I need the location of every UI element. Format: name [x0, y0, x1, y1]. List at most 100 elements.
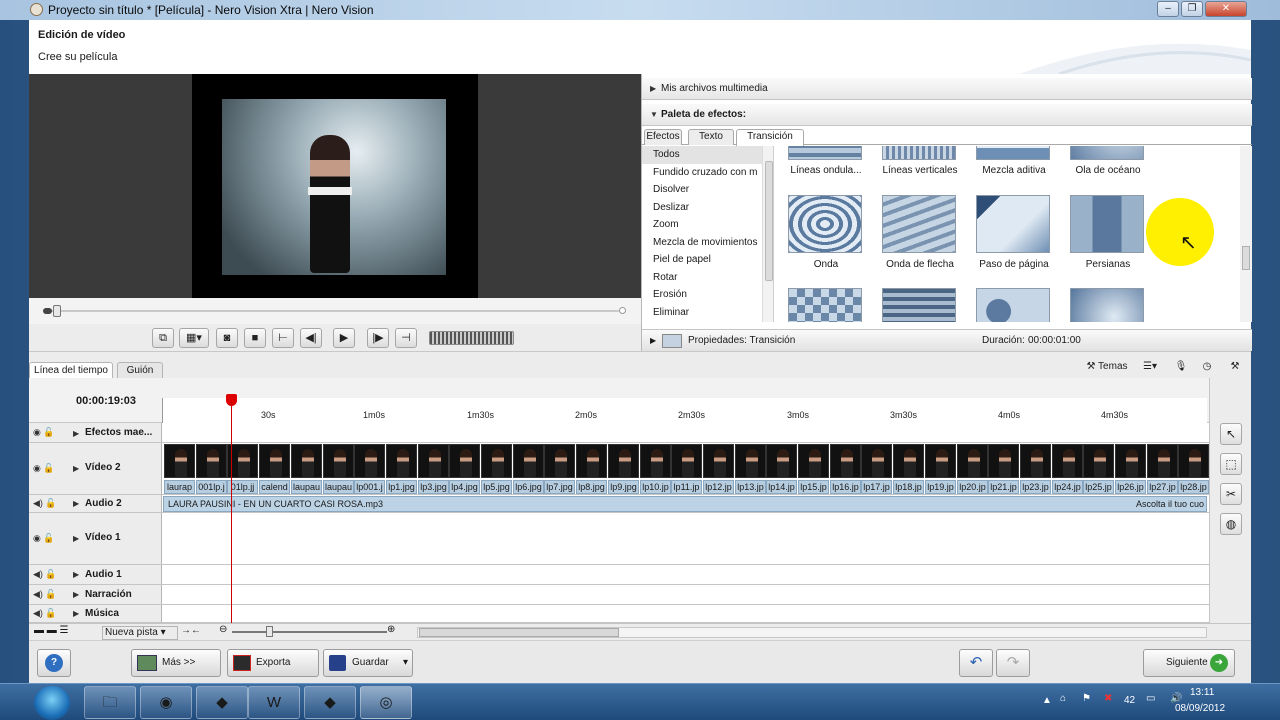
effect-tile[interactable]: Ola de océano — [1066, 146, 1160, 197]
video-clip-thumbnail[interactable] — [513, 444, 544, 478]
zoom-handle[interactable] — [266, 626, 273, 637]
app2-taskbar-icon[interactable]: ◆ — [304, 686, 356, 719]
tab-transicion[interactable]: Transición — [736, 129, 804, 146]
video-clip-thumbnail[interactable] — [1052, 444, 1083, 478]
track-visibility-lock-icon[interactable]: ◉ 🔓 — [33, 463, 55, 474]
video-clip-thumbnail[interactable] — [1020, 444, 1051, 478]
video-clip-thumbnail[interactable] — [1115, 444, 1146, 478]
audio-clip[interactable]: LAURA PAUSINI - EN UN CUARTO CASI ROSA.m… — [163, 496, 1207, 512]
effect-tile[interactable] — [1066, 288, 1160, 322]
video-clip-thumbnail[interactable] — [798, 444, 829, 478]
effect-tile[interactable]: Líneas verticales — [878, 146, 972, 197]
tab-linea-del-tiempo[interactable]: Línea del tiempo — [29, 362, 113, 379]
effects-section-header[interactable]: ▼ Paleta de efectos: — [642, 104, 1252, 126]
video-clip-thumbnail[interactable] — [671, 444, 702, 478]
layout-dropdown-icon[interactable]: ▦▾ — [179, 328, 209, 348]
maximize-button[interactable]: ❐ — [1181, 1, 1203, 17]
microphone-icon[interactable]: 🎙 — [1171, 356, 1191, 376]
tray-network-icon[interactable]: ⌂ — [1060, 693, 1066, 704]
mark-out-icon[interactable]: ⊣ — [395, 328, 417, 348]
tray-arrow-icon[interactable]: ▲ — [1042, 695, 1052, 706]
select-tool-icon[interactable]: ↖ — [1220, 423, 1242, 445]
tray-antivirus-icon[interactable]: ✖ — [1104, 693, 1112, 704]
track-speaker-lock-icon[interactable]: ◀) 🔓 — [33, 589, 57, 600]
app-taskbar-icon[interactable]: ◆ — [196, 686, 248, 719]
tab-efectos[interactable]: Efectos — [644, 129, 682, 145]
category-item[interactable]: Todos — [642, 146, 762, 164]
tools-icon[interactable]: ⚒ — [1225, 356, 1245, 376]
themes-button[interactable]: ⚒ Temas — [1081, 356, 1133, 376]
minimize-button[interactable]: – — [1157, 1, 1179, 17]
marquee-tool-icon[interactable]: ⬚ — [1220, 453, 1242, 475]
export-button[interactable]: Exporta — [227, 649, 319, 677]
volume-jog-wheel[interactable] — [429, 331, 514, 345]
chevron-down-icon[interactable]: ▾ — [403, 650, 408, 676]
tab-guion[interactable]: Guión — [117, 362, 163, 379]
video-clip-thumbnail[interactable] — [354, 444, 385, 478]
save-button[interactable]: Guardar ▾ — [323, 649, 413, 677]
video-clip-thumbnail[interactable] — [196, 444, 227, 478]
nero-taskbar-icon[interactable]: ◎ — [360, 686, 412, 719]
category-item[interactable]: Piel de papel — [642, 251, 762, 269]
video-clip-thumbnail[interactable] — [386, 444, 417, 478]
track-visibility-lock-icon[interactable]: ◉ 🔓 — [33, 427, 55, 438]
track-view-icon[interactable]: ▬ ▬ ☰ — [34, 625, 69, 636]
video-clip-thumbnail[interactable] — [576, 444, 607, 478]
video-clip-thumbnail[interactable] — [703, 444, 734, 478]
preview-scrubber[interactable] — [29, 298, 641, 324]
speed-dial-icon[interactable]: ◍ — [1220, 513, 1242, 535]
track-speaker-lock-icon[interactable]: ◀) 🔓 — [33, 608, 57, 619]
zoom-in-icon[interactable]: ⊕ — [387, 624, 395, 635]
video-clip-thumbnail[interactable] — [544, 444, 575, 478]
track-speaker-lock-icon[interactable]: ◀) 🔓 — [33, 569, 57, 580]
video-clip-thumbnail[interactable] — [1178, 444, 1209, 478]
chrome-taskbar-icon[interactable]: ◉ — [140, 686, 192, 719]
video-clip-thumbnail[interactable] — [1147, 444, 1178, 478]
start-button[interactable] — [34, 686, 70, 720]
category-scrollbar[interactable] — [762, 146, 773, 322]
timeline-ruler[interactable]: 00:00:19:03 30s 1m0s 1m30s 2m0s 2m30s 3m… — [29, 378, 1251, 423]
media-section-header[interactable]: ▶ Mis archivos multimedia — [642, 78, 1252, 100]
video-clip-thumbnail[interactable] — [481, 444, 512, 478]
video-clip-thumbnail[interactable] — [957, 444, 988, 478]
new-track-dropdown[interactable]: Nueva pista ▾ — [102, 626, 178, 640]
effect-tile[interactable] — [878, 288, 972, 322]
effect-tile[interactable]: Mezcla aditiva — [972, 146, 1066, 197]
help-button[interactable]: ? — [37, 649, 71, 677]
effect-tile[interactable]: Paso de página — [972, 195, 1066, 290]
properties-bar[interactable]: ▶ Propiedades: Transición Duración: 00:0… — [642, 329, 1252, 351]
video-clip-thumbnail[interactable] — [925, 444, 956, 478]
next-frame-icon[interactable]: |▶ — [367, 328, 389, 348]
undo-button[interactable]: ↶ — [959, 649, 993, 677]
video-clip-thumbnail[interactable] — [861, 444, 892, 478]
video-clip-thumbnail[interactable] — [766, 444, 797, 478]
effect-tile[interactable] — [784, 288, 878, 322]
video-clip-thumbnail[interactable] — [988, 444, 1019, 478]
fit-icon[interactable]: →← — [181, 625, 201, 636]
close-button[interactable]: ✕ — [1205, 1, 1247, 17]
effect-tile[interactable]: Líneas ondula... — [784, 146, 878, 197]
video-clip-thumbnail[interactable] — [830, 444, 861, 478]
tray-screen-icon[interactable]: ▭ — [1146, 693, 1155, 704]
video-clip-thumbnail[interactable] — [735, 444, 766, 478]
next-button[interactable]: Siguiente ➜ — [1143, 649, 1235, 677]
video-clip-thumbnail[interactable] — [640, 444, 671, 478]
zoom-out-icon[interactable]: ⊖ — [219, 624, 227, 635]
track-visibility-lock-icon[interactable]: ◉ 🔓 — [33, 533, 55, 544]
prev-frame-icon[interactable]: ◀| — [300, 328, 322, 348]
tracks-dropdown-icon[interactable]: ☰▾ — [1137, 356, 1163, 376]
fullscreen-icon[interactable]: ⧉ — [152, 328, 174, 348]
tab-texto[interactable]: Texto — [688, 129, 734, 145]
video-clip-thumbnail[interactable] — [608, 444, 639, 478]
video-clip-thumbnail[interactable] — [291, 444, 322, 478]
clock-icon[interactable]: ◷ — [1197, 356, 1217, 376]
camera-icon[interactable]: ◙ — [216, 328, 238, 348]
category-item[interactable]: Erosión — [642, 286, 762, 304]
video-clip-thumbnail[interactable] — [893, 444, 924, 478]
video-clip-thumbnail[interactable] — [449, 444, 480, 478]
video-clip-thumbnail[interactable] — [164, 444, 195, 478]
word-taskbar-icon[interactable]: W — [248, 686, 300, 719]
more-button[interactable]: Más >> — [131, 649, 221, 677]
scrubber-handle[interactable] — [53, 305, 61, 317]
category-item[interactable]: Eliminar — [642, 304, 762, 322]
